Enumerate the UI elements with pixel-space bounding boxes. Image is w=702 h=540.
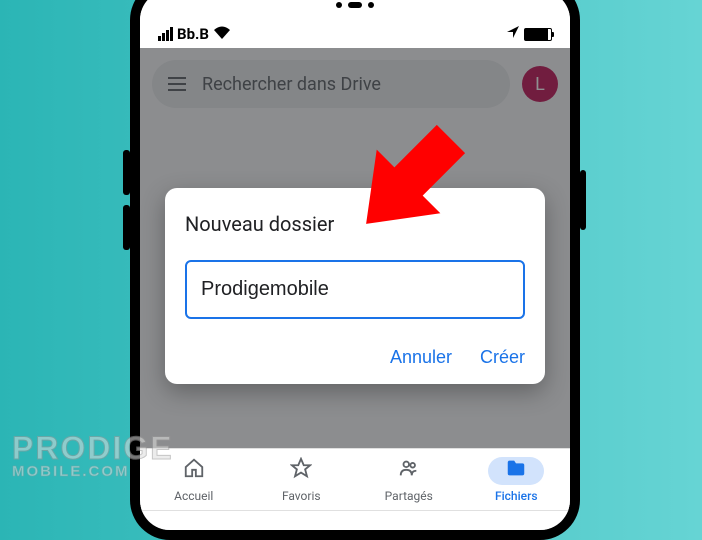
nav-starred[interactable]: Favoris <box>248 449 356 510</box>
create-button[interactable]: Créer <box>480 347 525 368</box>
power-button <box>580 170 586 230</box>
nav-files-label: Fichiers <box>495 489 538 503</box>
new-folder-dialog: Nouveau dossier Annuler Créer <box>165 188 545 384</box>
dialog-title: Nouveau dossier <box>185 212 525 236</box>
people-icon <box>398 457 420 484</box>
folder-name-input[interactable] <box>185 260 525 319</box>
keyboard-row <box>140 510 570 530</box>
app-content: Rechercher dans Drive L Nouveau dossier … <box>140 48 570 530</box>
phone-frame: Bb.B Rechercher dans Drive L <box>130 0 580 540</box>
star-icon <box>290 457 312 484</box>
nav-starred-label: Favoris <box>282 489 321 503</box>
carrier-label: Bb.B <box>177 25 209 43</box>
folder-icon <box>505 457 527 484</box>
nav-home-label: Accueil <box>174 489 213 503</box>
nav-shared[interactable]: Partagés <box>355 449 463 510</box>
status-bar: Bb.B <box>140 20 570 48</box>
notch <box>140 0 570 20</box>
watermark: PRODIGE MOBILE.COM <box>12 434 174 480</box>
nav-shared-label: Partagés <box>385 489 433 503</box>
volume-up-button <box>123 150 130 195</box>
watermark-main: PRODIGE <box>12 434 174 463</box>
location-icon <box>506 25 520 43</box>
bottom-nav: Accueil Favoris Partagés <box>140 448 570 510</box>
home-icon <box>183 457 205 484</box>
nav-files[interactable]: Fichiers <box>463 449 571 510</box>
cancel-button[interactable]: Annuler <box>390 347 452 368</box>
screen: Bb.B Rechercher dans Drive L <box>140 0 570 530</box>
wifi-icon <box>213 25 231 44</box>
signal-icon <box>158 27 173 41</box>
battery-icon <box>524 28 552 41</box>
volume-down-button <box>123 205 130 250</box>
